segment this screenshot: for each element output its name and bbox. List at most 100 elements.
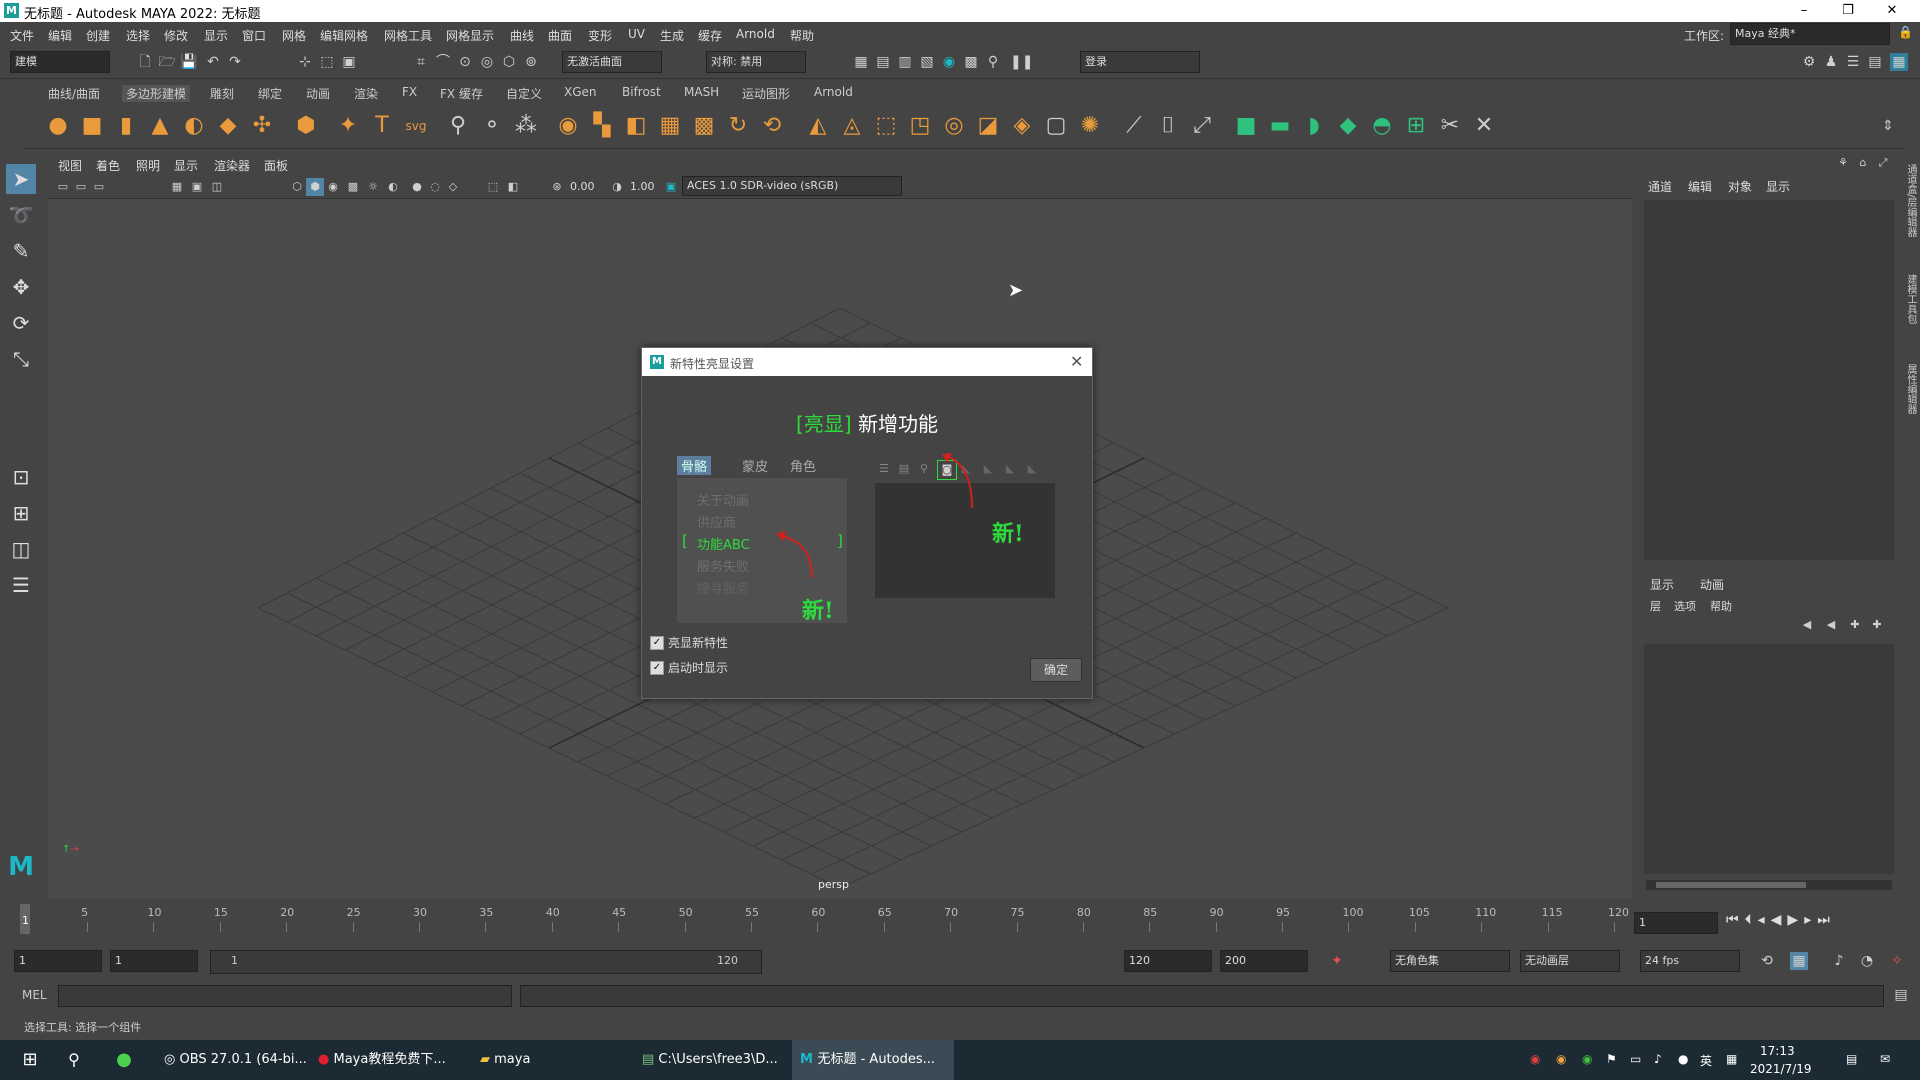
auto-map-icon[interactable]: ◆ [1334, 112, 1362, 140]
menu-edit[interactable]: 编辑 [48, 27, 72, 44]
wedge-icon[interactable]: ◳ [906, 112, 934, 140]
panel-icon[interactable]: ⚘ [1834, 154, 1852, 172]
smooth-shade-icon[interactable]: ⬢ [306, 178, 324, 196]
type-tool-icon[interactable]: T [368, 112, 396, 140]
shelf-scroll-icon[interactable]: ⇕ [1874, 112, 1902, 140]
vp-menu-shading[interactable]: 着色 [96, 157, 120, 174]
tray-ime-label[interactable]: 英 [1700, 1052, 1712, 1069]
select-component-icon[interactable]: ▣ [340, 53, 358, 71]
tray-keyboard-icon[interactable]: ▦ [1726, 1052, 1737, 1066]
vp-menu-renderer[interactable]: 渲染器 [214, 157, 250, 174]
go-to-start-icon[interactable]: ⏮ [1726, 912, 1745, 928]
login-dropdown[interactable]: 登录 [1080, 51, 1200, 73]
poly-cube-icon[interactable]: ■ [78, 112, 106, 140]
bevel-icon[interactable]: ▦ [656, 112, 684, 140]
vp-menu-show[interactable]: 显示 [174, 157, 198, 174]
close-button[interactable]: ✕ [1870, 0, 1914, 22]
sew-uv-icon[interactable]: ✕ [1470, 112, 1498, 140]
layer-up-icon[interactable]: ◀ [1798, 616, 1816, 634]
playback-start-field[interactable]: 1 [110, 950, 198, 972]
offset-loop-icon[interactable]: ◭ [804, 112, 832, 140]
new-layer-icon[interactable]: ✚ [1846, 616, 1864, 634]
shelf-tab-motion-graphics[interactable]: 运动图形 [742, 85, 790, 102]
reduce-icon[interactable]: ◎ [940, 112, 968, 140]
menu-mesh-display[interactable]: 网格显示 [446, 27, 494, 44]
ok-button[interactable]: 确定 [1030, 658, 1082, 682]
taskbar-maya[interactable]: M 无标题 - Autodes... [792, 1040, 954, 1080]
play-forward-icon[interactable]: ▶ [1787, 912, 1804, 928]
show-on-startup-checkbox[interactable]: ✓ [650, 661, 664, 675]
cut-uv-icon[interactable]: ✂ [1436, 112, 1464, 140]
shelf-tab-poly[interactable]: 多边形建模 [122, 85, 191, 102]
shelf-tab-sculpt[interactable]: 雕刻 [210, 85, 234, 102]
playback-end-field[interactable]: 120 [1124, 950, 1212, 972]
tray-app-icon[interactable]: ◉ [1582, 1052, 1592, 1066]
fps-dropdown[interactable]: 24 fps [1640, 950, 1740, 972]
snap-grid-icon[interactable]: ⌗ [412, 53, 430, 71]
character-controls-icon[interactable]: ♟ [1822, 53, 1840, 71]
super-shape-icon[interactable]: ✦ [334, 112, 362, 140]
search-icon[interactable]: ⚲ [56, 1040, 92, 1080]
mesh-separate-icon[interactable]: ⚬ [478, 112, 506, 140]
ipr-render-icon[interactable]: ▥ [896, 53, 914, 71]
go-to-end-icon[interactable]: ⏭ [1817, 912, 1836, 928]
shelf-tab-fx-caching[interactable]: FX 缓存 [440, 85, 483, 102]
new-scene-icon[interactable]: 🗋 [136, 53, 154, 71]
menu-mesh-tools[interactable]: 网格工具 [384, 27, 432, 44]
four-view-icon[interactable]: ⊞ [6, 498, 36, 528]
highlight-new-checkbox[interactable]: ✓ [650, 636, 664, 650]
menu-set-dropdown[interactable]: 建模 [10, 51, 110, 73]
menu-create[interactable]: 创建 [86, 27, 110, 44]
app-icon[interactable]: ● [106, 1040, 142, 1080]
shelf-tab-rigging[interactable]: 绑定 [258, 85, 282, 102]
ao-icon[interactable]: ● [408, 178, 426, 196]
tray-app-icon[interactable]: ◉ [1556, 1052, 1566, 1066]
taskbar-notepad[interactable]: ▤ C:\Users\free3\D... [634, 1040, 792, 1080]
gamma-value[interactable]: 1.00 [630, 180, 655, 193]
side-tab-channel-box[interactable]: 通道盒/层编辑器 [1904, 164, 1918, 237]
lasso-tool-icon[interactable]: ➰ [6, 200, 36, 230]
hypershade-icon[interactable]: ▩ [962, 53, 980, 71]
uv-editor-icon[interactable]: ⊞ [1402, 112, 1430, 140]
remesh-icon[interactable]: ◈ [1008, 112, 1036, 140]
snap-surface-icon[interactable]: ⬡ [500, 53, 518, 71]
windows-start-icon[interactable]: ⊞ [12, 1040, 48, 1080]
taskbar-obs[interactable]: ◎ OBS 27.0.1 (64-bi... [152, 1040, 310, 1080]
gamma-icon[interactable]: ◑ [608, 178, 626, 196]
layer-down-icon[interactable]: ◀ [1822, 616, 1840, 634]
spherical-map-icon[interactable]: ◗ [1300, 112, 1328, 140]
cache-playback-icon[interactable]: ▦ [1790, 952, 1808, 970]
cb-tab-channels[interactable]: 通道 [1648, 178, 1672, 195]
anim-layer-dropdown[interactable]: 无动画层 [1520, 950, 1620, 972]
cb-tab-edit[interactable]: 编辑 [1688, 178, 1712, 195]
poly-cone-icon[interactable]: ▲ [146, 112, 174, 140]
menu-cache[interactable]: 缓存 [698, 27, 722, 44]
notification-icon[interactable]: ✉ [1880, 1052, 1890, 1066]
quad-draw-icon[interactable]: ▢ [1042, 112, 1070, 140]
step-back-icon[interactable]: ◂ [1758, 912, 1771, 928]
taskbar-browser[interactable]: ● Maya教程免费下... [310, 1040, 472, 1080]
modeling-toolkit-icon[interactable]: ⚙ [1800, 53, 1818, 71]
shadows-icon[interactable]: ◐ [384, 178, 402, 196]
command-language[interactable]: MEL [22, 988, 47, 1002]
menu-help[interactable]: 帮助 [790, 27, 814, 44]
wireframe-icon[interactable]: ⬡ [288, 178, 306, 196]
menu-curves[interactable]: 曲线 [510, 27, 534, 44]
fill-hole-icon[interactable]: ▩ [690, 112, 718, 140]
select-tool-icon[interactable]: ➤ [6, 164, 36, 194]
menu-select[interactable]: 选择 [126, 27, 150, 44]
menu-mesh[interactable]: 网格 [282, 27, 306, 44]
poly-plane-icon[interactable]: ◆ [214, 112, 242, 140]
mesh-mirror-icon[interactable]: ⚲ [444, 112, 472, 140]
exposure-icon[interactable]: ⊛ [548, 178, 566, 196]
vp-menu-view[interactable]: 视图 [58, 157, 82, 174]
camera-select-icon[interactable]: ▭ [54, 178, 72, 196]
exposure-value[interactable]: 0.00 [570, 180, 595, 193]
shelf-tab-animation[interactable]: 动画 [306, 85, 330, 102]
slide-edge-icon[interactable]: ⟋ [1120, 112, 1148, 140]
tool-settings-icon[interactable]: ▤ [1866, 53, 1884, 71]
undo-icon[interactable]: ↶ [204, 53, 222, 71]
command-input[interactable] [58, 985, 512, 1007]
panel-icon[interactable]: ⌂ [1854, 154, 1872, 172]
arnold-render-icon[interactable]: ◉ [940, 53, 958, 71]
